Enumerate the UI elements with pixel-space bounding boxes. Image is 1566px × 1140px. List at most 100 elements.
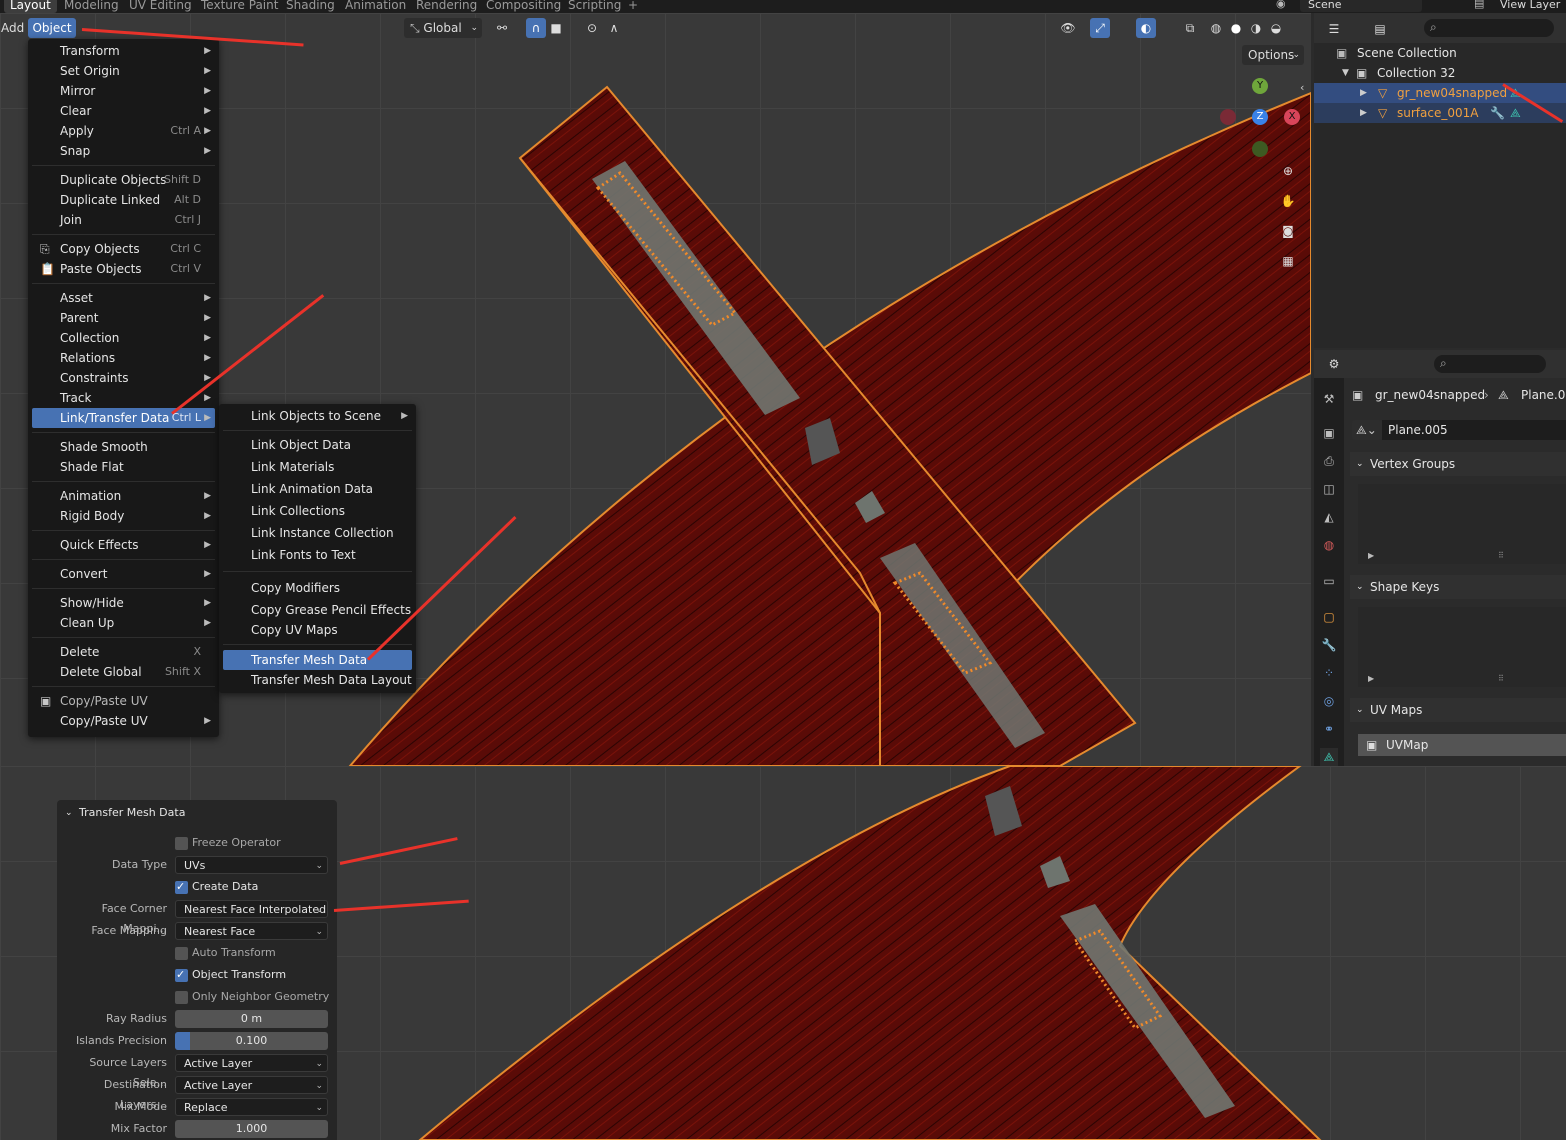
sidebar-toggle-icon[interactable]: ‹ [1300,81,1304,94]
menu-animation[interactable]: Animation ▶ [32,486,215,506]
resize-handle-icon[interactable]: ⠿ [1498,674,1504,683]
menu-link-transfer-data[interactable]: Link/Transfer Data Ctrl L ▶ [32,408,215,428]
menu-mirror[interactable]: Mirror ▶ [32,81,215,101]
menu-delete[interactable]: Delete X [32,642,215,662]
output-tab-icon[interactable]: ⎙ [1320,452,1338,470]
menu-relations[interactable]: Relations ▶ [32,348,215,368]
object-tab-icon[interactable]: ▢ [1320,608,1338,626]
grid-icon[interactable]: ▦ [1278,251,1298,271]
mesh-data-tab-icon[interactable]: ⟁ [1320,748,1338,766]
snap-target-icon[interactable]: ■ [546,18,566,38]
expand-triangle-icon[interactable]: ▶ [1368,551,1374,560]
view-layer-tab-icon[interactable]: ◫ [1320,480,1338,498]
add-workspace-button[interactable]: + [628,0,638,13]
submenu-transfer-mesh-data-layout[interactable]: Transfer Mesh Data Layout [223,670,412,690]
menu-snap[interactable]: Snap ▶ [32,141,215,161]
mesh-browse-icon[interactable]: ⟁⌄ [1352,420,1382,440]
mesh-name-field[interactable]: Plane.005 [1382,420,1566,440]
zoom-icon[interactable]: ⊕ [1278,161,1298,181]
view-layer-icon[interactable]: ▤ [1474,0,1484,10]
mix-mode-dropdown[interactable]: Replace ⌄ [175,1098,328,1116]
proportional-edit-icon[interactable]: ⊙ [582,18,602,38]
object-menu-button[interactable]: Object [28,18,76,38]
menu-asset[interactable]: Asset ▶ [32,288,215,308]
material-shading-icon[interactable]: ◑ [1246,18,1266,38]
face-mapping-dropdown[interactable]: Nearest Face ⌄ [175,922,328,940]
orientation-dropdown[interactable]: ⤡ Global ⌄ [404,18,482,38]
collection-tab-icon[interactable]: ▭ [1320,572,1338,590]
tab-layout[interactable]: Layout [4,0,57,13]
filter-icon[interactable]: ▤ [1370,19,1390,39]
menu-rigid-body[interactable]: Rigid Body ▶ [32,506,215,526]
submenu-copy-grease-pencil-effects[interactable]: Copy Grease Pencil Effects [223,600,412,620]
menu-clear[interactable]: Clear ▶ [32,101,215,121]
tab-modeling[interactable]: Modeling [64,0,119,13]
scene-selector[interactable]: Scene [1300,0,1422,12]
menu-clean-up[interactable]: Clean Up ▶ [32,613,215,633]
submenu-transfer-mesh-data[interactable]: Transfer Mesh Data [223,650,412,670]
expand-triangle-icon[interactable]: ▶ [1368,674,1374,683]
pivot-icon[interactable]: ⚯ [492,18,512,38]
only-neighbor-geometry-checkbox[interactable]: Only Neighbor Geometry [175,987,329,1007]
tab-compositing[interactable]: Compositing [486,0,561,13]
resize-handle-icon[interactable]: ⠿ [1498,551,1504,560]
submenu-copy-uv-maps[interactable]: Copy UV Maps [223,620,412,640]
submenu-link-materials[interactable]: Link Materials [223,457,412,477]
menu-set-origin[interactable]: Set Origin ▶ [32,61,215,81]
ray-radius-field[interactable]: 0 m [175,1010,328,1028]
physics-tab-icon[interactable]: ◎ [1320,692,1338,710]
rendered-shading-icon[interactable]: ◒ [1266,18,1286,38]
z-axis-handle[interactable]: Z [1252,109,1268,125]
expand-triangle-icon[interactable]: ▶ [1360,103,1367,123]
tab-animation[interactable]: Animation [345,0,406,13]
uv-map-list-item[interactable]: ▣ UVMap [1358,734,1566,756]
create-data-checkbox[interactable]: Create Data [175,877,258,897]
menu-collection[interactable]: Collection ▶ [32,328,215,348]
menu-join[interactable]: Join Ctrl J [32,210,215,230]
face-corner-mapping-dropdown[interactable]: Nearest Face Interpolated ⌄ [175,900,328,918]
properties-search-input[interactable]: ⌕ [1434,355,1546,373]
source-layers-dropdown[interactable]: Active Layer ⌄ [175,1054,328,1072]
tab-uv-editing[interactable]: UV Editing [129,0,192,13]
particles-tab-icon[interactable]: ⁘ [1320,664,1338,682]
data-type-dropdown[interactable]: UVs ⌄ [175,856,328,874]
constraints-tab-icon[interactable]: ⚭ [1320,720,1338,738]
outliner-item-surface-001a[interactable]: ▶ ▽ surface_001A 🔧 ⟁ [1314,103,1566,123]
menu-paste-objects[interactable]: 📋 Paste Objects Ctrl V [32,259,215,279]
navigation-gizmo[interactable]: Y Z X [1218,78,1308,168]
snap-magnet-icon[interactable]: ∩ [526,18,546,38]
submenu-link-objects-to-scene[interactable]: Link Objects to Scene ▶ [223,406,412,426]
menu-copy-objects[interactable]: ⎘ Copy Objects Ctrl C [32,239,215,259]
menu-copy-paste-uv[interactable]: Copy/Paste UV ▶ [32,711,215,731]
tool-tab-icon[interactable]: ⚒ [1320,390,1338,408]
render-tab-icon[interactable]: ▣ [1320,424,1338,442]
scene-icon[interactable]: ◉ [1276,0,1286,10]
view-layer-selector[interactable]: View Layer [1500,0,1560,12]
expand-triangle-icon[interactable]: ▼ [1342,63,1349,83]
destination-layers-dropdown[interactable]: Active Layer ⌄ [175,1076,328,1094]
display-mode-icon[interactable]: ☰ [1324,19,1344,39]
menu-convert[interactable]: Convert ▶ [32,564,215,584]
vertex-groups-list[interactable]: ▶ ⠿ [1358,484,1566,564]
scene-tab-icon[interactable]: ◭ [1320,508,1338,526]
mix-factor-field[interactable]: 1.000 [175,1120,328,1138]
outliner-search-input[interactable]: ⌕ [1424,19,1554,37]
object-transform-checkbox[interactable]: Object Transform [175,965,286,985]
tab-rendering[interactable]: Rendering [416,0,477,13]
menu-shade-smooth[interactable]: Shade Smooth [32,437,215,457]
tab-shading[interactable]: Shading [286,0,335,13]
uv-maps-panel-header[interactable]: ⌄ UV Maps [1350,698,1566,722]
wrench-modifier-icon[interactable]: 🔧 [1490,103,1505,123]
tab-texture-paint[interactable]: Texture Paint [201,0,278,13]
menu-parent[interactable]: Parent ▶ [32,308,215,328]
outliner-collection[interactable]: ▼ ▣ Collection 32 [1314,63,1566,83]
shape-keys-list[interactable]: ▶ ⠿ [1358,607,1566,687]
menu-transform[interactable]: Transform ▶ [32,41,215,61]
menu-duplicate-linked[interactable]: Duplicate Linked Alt D [32,190,215,210]
menu-show-hide[interactable]: Show/Hide ▶ [32,593,215,613]
y-axis-handle[interactable]: Y [1252,78,1268,94]
menu-duplicate-objects[interactable]: Duplicate Objects Shift D [32,170,215,190]
neg-x-handle[interactable] [1220,109,1236,125]
mesh-data-icon[interactable]: ⟁ [1510,103,1521,123]
submenu-link-collections[interactable]: Link Collections [223,501,412,521]
